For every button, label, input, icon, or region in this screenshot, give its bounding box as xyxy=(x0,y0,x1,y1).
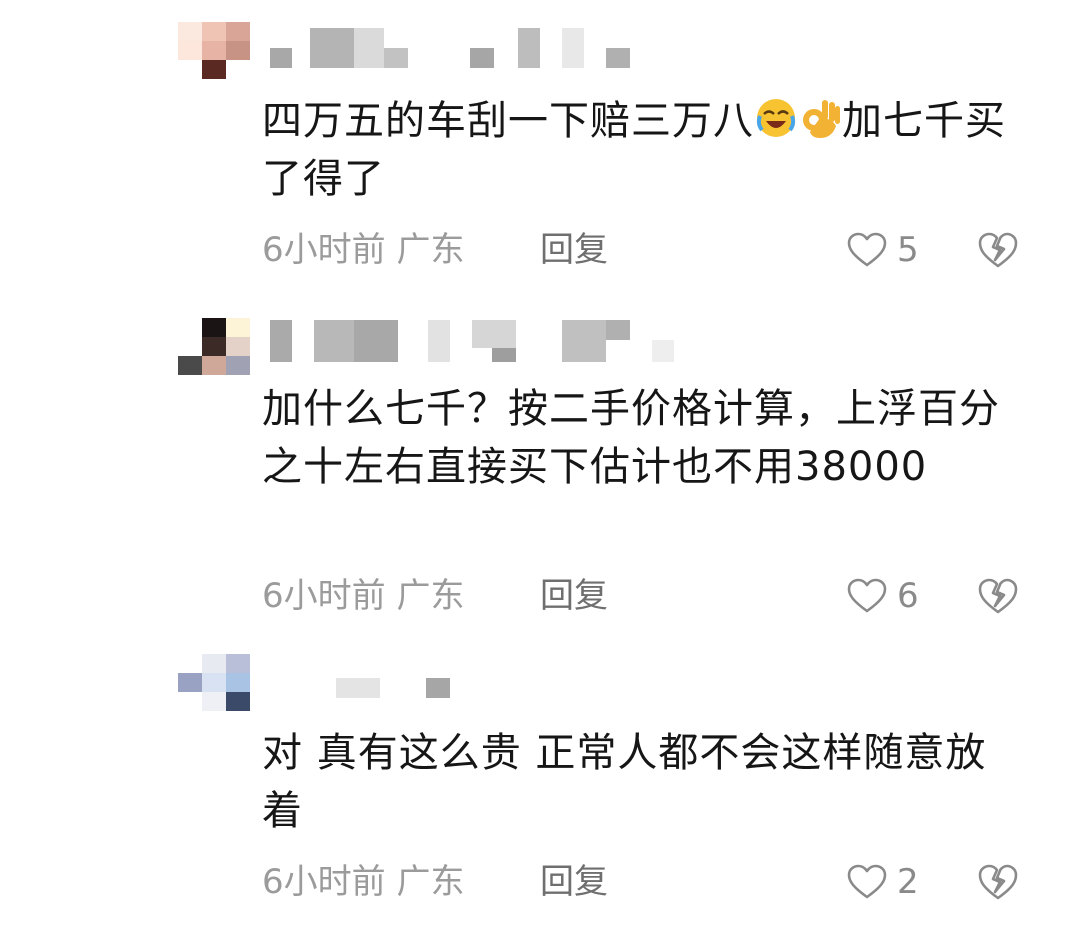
dislike-button[interactable] xyxy=(978,862,1018,902)
like-button[interactable]: 5 xyxy=(847,230,919,270)
timestamp-location: 6小时前 广东 xyxy=(262,576,465,616)
dislike-button[interactable] xyxy=(978,230,1018,270)
dislike-button[interactable] xyxy=(978,576,1018,616)
comment-text: 对 真有这么贵 正常人都不会这样随意放着 xyxy=(262,730,987,834)
like-button[interactable]: 2 xyxy=(847,862,919,902)
like-button[interactable]: 6 xyxy=(847,576,919,616)
like-count: 2 xyxy=(897,862,919,902)
comment-meta: 6小时前 广东 回复 6 xyxy=(262,576,1042,616)
comment-text: 加什么七千？按二手价格计算，上浮百分之十左右直接买下估计也不用38000 xyxy=(262,386,1000,490)
timestamp-location: 6小时前 广东 xyxy=(262,230,465,270)
broken-heart-icon xyxy=(978,232,1018,268)
reply-button[interactable]: 回复 xyxy=(540,862,608,902)
heart-outline-icon xyxy=(847,232,887,267)
timestamp-location: 6小时前 广东 xyxy=(262,862,465,902)
heart-outline-icon xyxy=(847,864,887,899)
comment-text: 四万五的车刮一下赔三万八 加七千买了得了 xyxy=(262,96,1006,202)
broken-heart-icon xyxy=(978,578,1018,614)
like-count: 6 xyxy=(897,576,919,616)
reply-button[interactable]: 回复 xyxy=(540,576,608,616)
avatar[interactable] xyxy=(178,318,250,375)
avatar[interactable] xyxy=(178,654,250,711)
comment-meta: 6小时前 广东 回复 2 xyxy=(262,862,1042,902)
ok-hand-emoji-icon xyxy=(798,96,842,140)
avatar[interactable] xyxy=(178,22,250,79)
crying-laughing-emoji-icon xyxy=(754,96,798,140)
heart-outline-icon xyxy=(847,578,887,613)
broken-heart-icon xyxy=(978,864,1018,900)
comment-meta: 6小时前 广东 回复 5 xyxy=(262,230,1042,270)
like-count: 5 xyxy=(897,230,919,270)
reply-button[interactable]: 回复 xyxy=(540,230,608,270)
